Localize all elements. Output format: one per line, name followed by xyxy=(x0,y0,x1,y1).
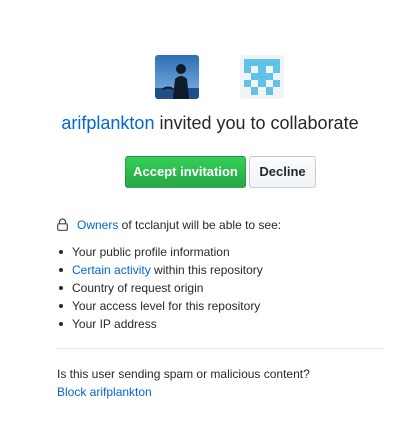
inviter-link[interactable]: arifplankton xyxy=(61,113,154,133)
avatars-row xyxy=(0,55,420,99)
list-item: Your access level for this repository xyxy=(57,297,263,315)
block-user-link[interactable]: Block arifplankton xyxy=(57,383,152,401)
permission-text: Country of request origin xyxy=(72,281,204,295)
divider xyxy=(57,348,383,349)
decline-button[interactable]: Decline xyxy=(249,156,316,188)
repo-identicon-avatar[interactable] xyxy=(240,55,284,99)
invitation-headline: arifplankton invited you to collaborate xyxy=(0,110,420,136)
spam-question: Is this user sending spam or malicious c… xyxy=(57,367,310,381)
accept-invitation-button[interactable]: Accept invitation xyxy=(125,156,246,188)
list-item: Your IP address xyxy=(57,315,263,333)
list-item: Country of request origin xyxy=(57,279,263,297)
permission-text: Your public profile information xyxy=(72,245,230,259)
permissions-list: Your public profile information Certain … xyxy=(57,243,263,333)
owners-notice: Owners of tcclanjut will be able to see: xyxy=(57,216,281,236)
permission-text: Your IP address xyxy=(72,317,157,331)
user-avatar[interactable] xyxy=(155,55,199,99)
lock-icon xyxy=(57,218,71,236)
permission-text: Your access level for this repository xyxy=(72,299,261,313)
list-item: Certain activity within this repository xyxy=(57,261,263,279)
permission-text: within this repository xyxy=(150,263,263,277)
headline-text: invited you to collaborate xyxy=(154,113,359,133)
list-item: Your public profile information xyxy=(57,243,263,261)
owners-link[interactable]: Owners xyxy=(77,218,118,232)
certain-activity-link[interactable]: Certain activity xyxy=(72,263,151,277)
owners-text: of tcclanjut will be able to see: xyxy=(118,218,282,232)
